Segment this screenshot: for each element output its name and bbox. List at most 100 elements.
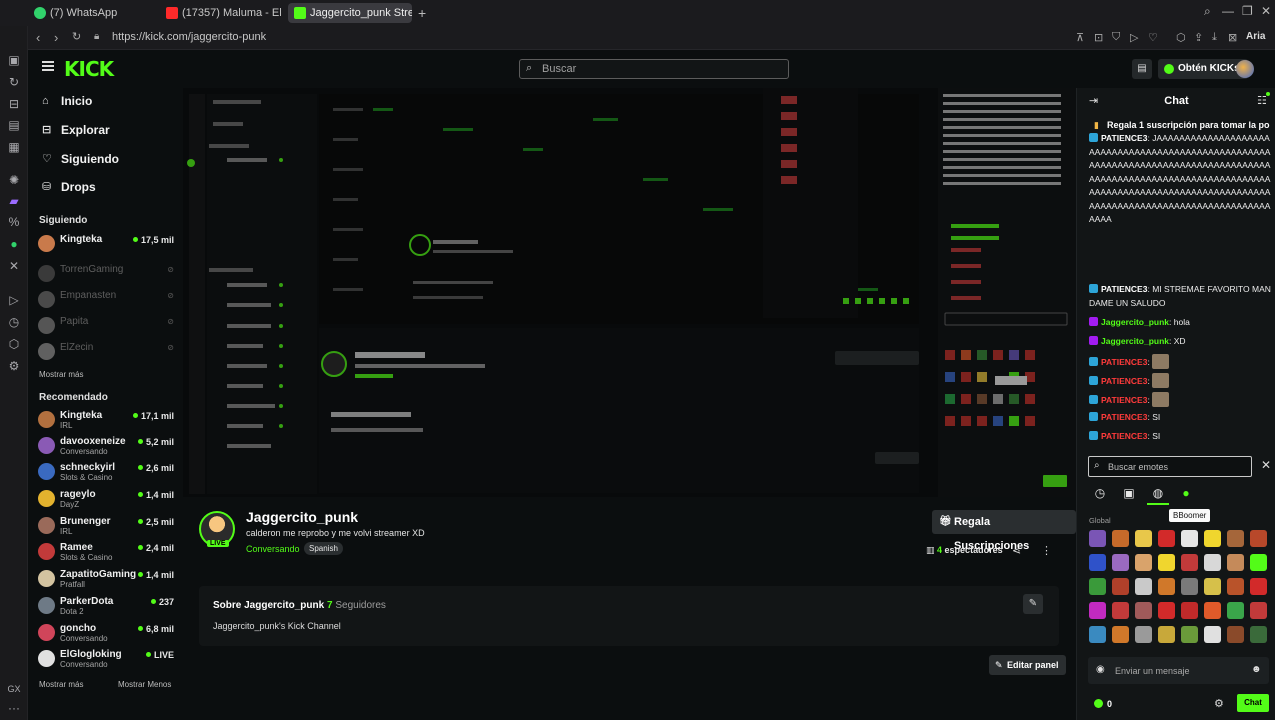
- chat-input-box[interactable]: ◉ ☻: [1088, 657, 1269, 684]
- get-kicks-button[interactable]: Obtén KICKs: [1158, 59, 1248, 79]
- emote-item[interactable]: [1204, 554, 1221, 571]
- emote-item[interactable]: [1112, 602, 1129, 619]
- global-emotes-tab-icon[interactable]: ◍: [1147, 486, 1169, 505]
- shield-icon[interactable]: ⛉: [1112, 31, 1120, 44]
- wallet-icon[interactable]: ⊠: [1228, 31, 1237, 44]
- emote-item[interactable]: [1181, 530, 1198, 547]
- chat-username[interactable]: PATIENCE3: [1101, 376, 1147, 386]
- chat-username[interactable]: Jaggercito_punk: [1101, 317, 1169, 327]
- emote-item[interactable]: [1250, 578, 1267, 595]
- chat-settings-icon[interactable]: ⚙: [1214, 697, 1224, 710]
- emote-item[interactable]: [1135, 578, 1152, 595]
- player-icon[interactable]: ▦: [6, 139, 22, 155]
- minimize-icon[interactable]: —: [1222, 4, 1234, 18]
- stream-category[interactable]: Conversando: [246, 544, 300, 554]
- tab-whatsapp[interactable]: (7) WhatsApp: [28, 3, 158, 23]
- emote-item[interactable]: [1204, 578, 1221, 595]
- url-field[interactable]: https://kick.com/jaggercito-punk: [112, 31, 266, 43]
- share-icon[interactable]: ⋖: [1012, 544, 1021, 557]
- recommended-channel-item[interactable]: Brunenger IRL 2,5 mil: [38, 515, 178, 539]
- new-tab-button[interactable]: +: [418, 3, 426, 23]
- following-channel-item[interactable]: Empanasten ⊘: [38, 289, 178, 313]
- gift-subscriptions-button[interactable]: 🎁︎ Regala Suscripciones: [932, 510, 1076, 552]
- chat-username[interactable]: PATIENCE3: [1101, 133, 1147, 143]
- emote-item[interactable]: [1181, 578, 1198, 595]
- chat-username[interactable]: PATIENCE3: [1101, 357, 1147, 367]
- refresh-panel-icon[interactable]: ↻: [6, 74, 22, 90]
- emote-search-input[interactable]: [1108, 460, 1248, 474]
- emote-item[interactable]: [1135, 554, 1152, 571]
- emote-item[interactable]: [1181, 554, 1198, 571]
- emote-item[interactable]: [1227, 602, 1244, 619]
- gallery-icon[interactable]: ▤: [6, 117, 22, 133]
- emote-item[interactable]: [1158, 578, 1175, 595]
- recommended-channel-item[interactable]: rageylo DayZ 1,4 mil: [38, 488, 178, 512]
- chat-username[interactable]: PATIENCE3: [1101, 431, 1147, 441]
- recommended-channel-item[interactable]: Ramee Slots & Casino 2,4 mil: [38, 541, 178, 565]
- emote-item[interactable]: [1089, 530, 1106, 547]
- gx-icon[interactable]: GX: [6, 681, 22, 697]
- recommended-channel-item[interactable]: schneckyirl Slots & Casino 2,6 mil: [38, 461, 178, 485]
- emote-item[interactable]: [1204, 602, 1221, 619]
- emote-item[interactable]: [1158, 554, 1175, 571]
- restore-icon[interactable]: ❐: [1242, 4, 1253, 18]
- following-channel-item[interactable]: TorrenGaming ⊘: [38, 263, 178, 287]
- reload-icon[interactable]: ↻: [72, 30, 81, 43]
- emote-item[interactable]: [1227, 530, 1244, 547]
- emote-item[interactable]: [1227, 626, 1244, 643]
- back-icon[interactable]: ‹: [36, 30, 40, 45]
- emote-item[interactable]: [1181, 626, 1198, 643]
- emote-item[interactable]: [1158, 530, 1175, 547]
- emote-item[interactable]: [1181, 602, 1198, 619]
- more-options-icon[interactable]: ⋮: [1041, 544, 1052, 557]
- nav-drops[interactable]: ⛁ Drops: [42, 177, 96, 197]
- chat-users-icon[interactable]: ☷: [1257, 92, 1270, 107]
- edit-about-button[interactable]: ✎: [1023, 594, 1043, 614]
- forward-icon[interactable]: ›: [54, 30, 58, 45]
- workspace-icon[interactable]: ▣: [6, 52, 22, 68]
- emote-item[interactable]: [1112, 530, 1129, 547]
- aria-button[interactable]: Aria: [1246, 31, 1265, 42]
- close-window-icon[interactable]: ✕: [1261, 4, 1271, 18]
- play-addr-icon[interactable]: ▷: [1130, 31, 1138, 44]
- emoji-icon[interactable]: ☻: [1251, 664, 1262, 675]
- user-avatar[interactable]: [1236, 60, 1254, 78]
- clock-icon[interactable]: ◷: [6, 314, 22, 330]
- more-dots-icon[interactable]: ···: [6, 700, 22, 716]
- creator-dashboard-button[interactable]: ▤: [1132, 59, 1152, 79]
- recommended-channel-item[interactable]: ZapatitoGaming Pratfall 1,4 mil: [38, 568, 178, 592]
- whatsapp-icon[interactable]: ●: [6, 236, 22, 252]
- emote-item[interactable]: [1135, 602, 1152, 619]
- emote-item[interactable]: [1158, 626, 1175, 643]
- bag-icon[interactable]: ⊟: [6, 96, 22, 112]
- show-less-recommended[interactable]: Mostrar Menos: [118, 680, 171, 689]
- video-player[interactable]: [183, 88, 1076, 497]
- emote-item[interactable]: [1250, 626, 1267, 643]
- chat-username[interactable]: Jaggercito_punk: [1101, 336, 1169, 346]
- emote-item[interactable]: [1158, 602, 1175, 619]
- edit-panel-button[interactable]: ✎ Editar panel: [989, 655, 1066, 675]
- emote-item[interactable]: [1112, 578, 1129, 595]
- recommended-channel-item[interactable]: goncho Conversando 6,8 mil: [38, 622, 178, 646]
- channel-name[interactable]: Jaggercito_punk: [246, 509, 358, 525]
- recommended-channel-item[interactable]: Kingteka IRL 17,1 mil: [38, 409, 178, 433]
- extensions-icon[interactable]: ⬡: [1176, 31, 1186, 44]
- send-chat-button[interactable]: Chat: [1237, 694, 1269, 712]
- heart-addr-icon[interactable]: ♡: [1148, 31, 1158, 44]
- play-icon[interactable]: ▷: [6, 292, 22, 308]
- emote-item[interactable]: [1135, 530, 1152, 547]
- emote-item[interactable]: [1227, 554, 1244, 571]
- show-more-following[interactable]: Mostrar más: [39, 370, 83, 379]
- chat-username[interactable]: PATIENCE3: [1101, 412, 1147, 422]
- show-more-recommended[interactable]: Mostrar más: [39, 680, 83, 689]
- chat-username[interactable]: PATIENCE3: [1101, 395, 1147, 405]
- nav-inicio[interactable]: ⌂ Inicio: [42, 91, 92, 111]
- emote-item[interactable]: [1204, 626, 1221, 643]
- chat-emote-toggle-icon[interactable]: ◉: [1096, 664, 1105, 675]
- language-tag[interactable]: Spanish: [304, 542, 343, 555]
- search-input[interactable]: [542, 62, 782, 76]
- emote-search-box[interactable]: ⌕: [1088, 456, 1252, 477]
- emote-item[interactable]: [1227, 578, 1244, 595]
- menu-icon[interactable]: [42, 61, 54, 71]
- kicks-balance[interactable]: 0: [1094, 699, 1112, 709]
